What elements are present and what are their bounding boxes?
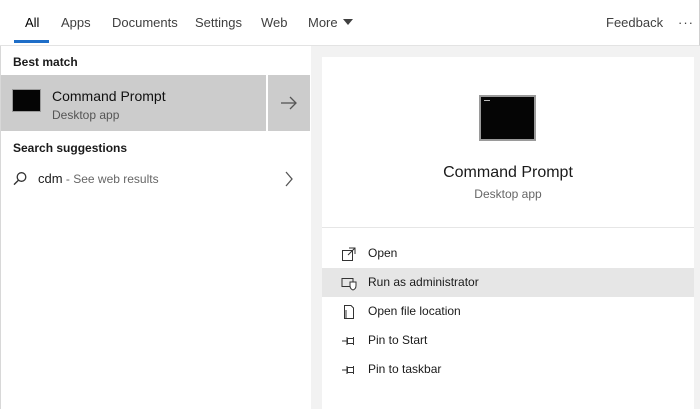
suggestion-suffix: - See web results — [62, 172, 159, 186]
action-run-as-administrator-label: Run as administrator — [368, 275, 479, 289]
tab-documents[interactable]: Documents — [112, 0, 178, 46]
best-match-title: Command Prompt — [52, 88, 166, 104]
tab-bar: All Apps Documents Settings Web More Fee… — [0, 0, 700, 46]
command-prompt-large-icon — [479, 95, 536, 141]
action-pin-to-taskbar[interactable]: Pin to taskbar — [322, 355, 694, 384]
action-run-as-administrator[interactable]: Run as administrator — [322, 268, 694, 297]
more-options-button[interactable]: ··· — [678, 0, 694, 46]
search-window: All Apps Documents Settings Web More Fee… — [0, 0, 700, 409]
open-icon — [342, 247, 356, 261]
action-open-file-location-label: Open file location — [368, 304, 461, 318]
action-pin-to-start-label: Pin to Start — [368, 333, 428, 347]
detail-title: Command Prompt — [443, 164, 573, 181]
tab-settings[interactable]: Settings — [195, 0, 242, 46]
tab-apps[interactable]: Apps — [61, 0, 91, 46]
divider — [322, 227, 694, 228]
active-tab-indicator — [14, 40, 49, 43]
detail-subtitle: Desktop app — [474, 187, 542, 201]
pin-icon — [342, 366, 354, 374]
best-match-heading: Best match — [13, 55, 78, 69]
tab-web[interactable]: Web — [261, 0, 288, 46]
search-icon — [13, 172, 27, 186]
shield-icon — [341, 278, 357, 291]
search-suggestions-heading: Search suggestions — [13, 141, 128, 155]
action-pin-to-taskbar-label: Pin to taskbar — [368, 362, 442, 376]
suggestion-text: cdm - See web results — [38, 171, 159, 186]
tab-more-label: More — [308, 15, 338, 30]
best-match-subtitle: Desktop app — [52, 108, 120, 122]
suggestion-query: cdm — [38, 171, 63, 186]
command-prompt-icon — [12, 89, 41, 112]
action-pin-to-start[interactable]: Pin to Start — [322, 326, 694, 355]
action-open-file-location[interactable]: Open file location — [322, 297, 694, 326]
chevron-down-icon — [342, 19, 353, 25]
pin-icon — [342, 337, 354, 345]
expand-details-button[interactable] — [268, 75, 310, 131]
action-open[interactable]: Open — [322, 239, 694, 268]
action-open-label: Open — [368, 246, 398, 260]
chevron-right-icon[interactable] — [283, 170, 295, 188]
feedback-button[interactable]: Feedback — [606, 0, 663, 46]
file-location-icon — [344, 305, 354, 319]
arrow-right-icon — [281, 96, 297, 110]
tab-more[interactable]: More — [308, 0, 353, 46]
